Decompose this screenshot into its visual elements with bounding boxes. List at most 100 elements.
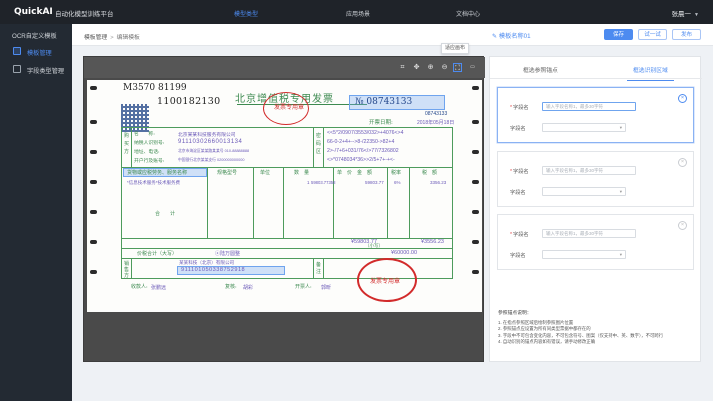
canvas[interactable]: ⌗ ✥ ⊕ ⊖ ⛶ ▭ M3570 81199 1100182130 北京增值税… [83,56,485,362]
publish-button[interactable]: 发布 [672,29,701,40]
punch-hole [90,270,97,274]
punch-hole [472,180,479,184]
total-small-label: （小写） [365,244,383,249]
field-card[interactable]: × *字段名 输入字段名称1，最多30字符 字段名 ▾ [497,87,694,143]
nav-scenarios[interactable]: 应用场景 [346,9,370,18]
col-rate-header: 税率 [391,170,402,176]
ocr-icon[interactable]: ▭ [467,63,478,72]
panel-tabs: 框选参照锚点 框选识别区域 [490,57,702,81]
top-seal-text: 发票专用章 [274,105,305,111]
field-card[interactable]: × *字段名 输入字段名称1，最多30字符 字段名 ▾ [497,151,694,207]
field-name-input[interactable]: 输入字段名称1，最多30字符 [542,229,636,238]
user-name: 张晨一 [671,11,692,18]
template-name[interactable]: ✎ 模板名称01 [492,31,531,40]
remark-label: 备注 [316,262,322,275]
col-amount-header: 金 额 [357,170,373,176]
row-price: 59803.77358 [311,180,336,185]
issuer: 郭昕 [321,285,332,291]
breadcrumb-root[interactable]: 模板管理 [84,35,107,41]
notes-title: 参照锚点说明： [498,311,532,316]
table-line [253,167,254,238]
tab-region-select[interactable]: 框选识别区域 [627,65,674,81]
buyer-side-label: 购买方 [124,133,130,155]
page-header: 模板管理 > 编辑模板 ✎ 模板名称01 保存 试一试 发布 [72,24,713,46]
table-line [207,167,208,238]
field-card[interactable]: × *字段名 输入字段名称1，最多30字符 字段名 ▾ [497,214,694,270]
save-button[interactable]: 保存 [604,29,633,40]
move-icon[interactable]: ✥ [412,63,421,72]
user-menu[interactable]: 张晨一 ▼ [672,8,699,18]
col-tax-header: 税 额 [422,170,438,176]
field-type-label: 字段名 [510,190,526,196]
col-spec-header: 规格型号 [217,170,238,176]
buyer-name: 北京某某科技服务有限公司 [178,133,236,138]
field-type-select[interactable]: ▾ [542,187,626,196]
sidebar-item-template-management[interactable]: 模板管理 [0,44,72,59]
field-type-select[interactable]: ▾ [542,123,626,132]
cipher-line: <>*0748034*36>>2/5+7+-+<- [327,157,395,163]
close-icon[interactable]: × [678,94,687,103]
sidebar-item-label: 模板管理 [27,50,52,57]
logo: QuickAI [14,7,53,17]
field-type-select[interactable]: ▾ [542,250,626,259]
table-line [121,238,453,239]
punch-hole [472,210,479,214]
settings-panel: 框选参照锚点 框选识别区域 × *字段名 输入字段名称1，最多30字符 字段名 … [489,56,702,362]
payee: 张鹏远 [151,285,167,291]
fit-canvas-tooltip: 适应画布 [441,43,469,54]
row-tax: 3356.23 [430,180,447,185]
table-line [387,167,388,238]
buyer-tax-id: 91110302660013134 [178,139,243,145]
punch-hole [472,240,479,244]
top-bar: QuickAI 自动化模型训练平台 模型类型 应用场景 文档中心 张晨一 ▼ [0,0,713,26]
punch-hole [472,120,479,124]
note-line: 4. 自动识别的锚点内容如有错误，请手动修改正确 [498,339,596,345]
field-name-input[interactable]: 输入字段名称1，最多30字符 [542,102,636,111]
total-label: 价税合计（大写） [137,251,178,257]
date-label: 开票日期: [369,120,393,126]
field-type-label: 字段名 [510,126,526,132]
punch-hole [90,150,97,154]
invoice-image[interactable]: M3570 81199 1100182130 北京增值税专用发票 发票专用章 №… [87,80,482,312]
chevron-down-icon: ▾ [619,125,622,130]
canvas-toolbar: ⌗ ✥ ⊕ ⊖ ⛶ ▭ [84,57,485,78]
col-qty-header: 数 量 [294,170,310,176]
nav-model-type[interactable]: 模型类型 [231,9,261,26]
cipher-line: 2>-/7+6+031/76</>77/7326802 [327,148,399,154]
punch-hole [472,270,479,274]
table-line [283,167,284,238]
fit-canvas-icon[interactable]: ⛶ [453,63,462,72]
invoice-number: № 08743133 [355,97,413,107]
breadcrumb: 模板管理 > 编辑模板 [84,32,140,41]
col-unit-header: 单位 [260,170,271,176]
field-name-input[interactable]: 输入字段名称1，最多30字符 [542,166,636,175]
template-name-text: 模板名称01 [498,33,531,40]
punch-hole [90,240,97,244]
table-line [131,258,132,279]
cipher-line: <<5*2/0907/3553/032>+4076<>4 [327,130,404,136]
seller-seal-text: 发票专用章 [370,279,401,285]
sum-tax: ¥3556.23 [421,239,444,245]
trial-button[interactable]: 试一试 [638,29,667,40]
tab-anchor-select[interactable]: 框选参照锚点 [523,65,558,74]
punch-hole [472,150,479,154]
zoom-out-icon[interactable]: ⊖ [440,63,449,72]
field-name-label: *字段名 [510,105,529,111]
total-small: ¥60000.00 [391,250,417,256]
issuer-label: 开票人: [295,284,312,290]
close-icon[interactable]: × [678,158,687,167]
sidebar-item-field-types[interactable]: 字段类型管理 [0,62,72,77]
crop-icon[interactable]: ⌗ [398,63,407,72]
anchor-notes: 参照锚点说明： 1. 在指点参照区域后绘制参照图片位置 2. 参照锚点应设置为所… [498,311,698,346]
sidebar-title: OCR自定义模板 [12,33,57,40]
close-icon[interactable]: × [678,221,687,230]
table-line [333,167,334,238]
table-line [323,127,324,167]
zoom-in-icon[interactable]: ⊕ [426,63,435,72]
invoice-code: 1100182130 [157,96,221,107]
edit-icon: ✎ [492,33,499,40]
table-line [131,127,132,167]
nav-docs[interactable]: 文档中心 [456,9,480,18]
col-price-header: 单 价 [337,170,353,176]
handwritten-code: M3570 81199 [123,83,187,93]
